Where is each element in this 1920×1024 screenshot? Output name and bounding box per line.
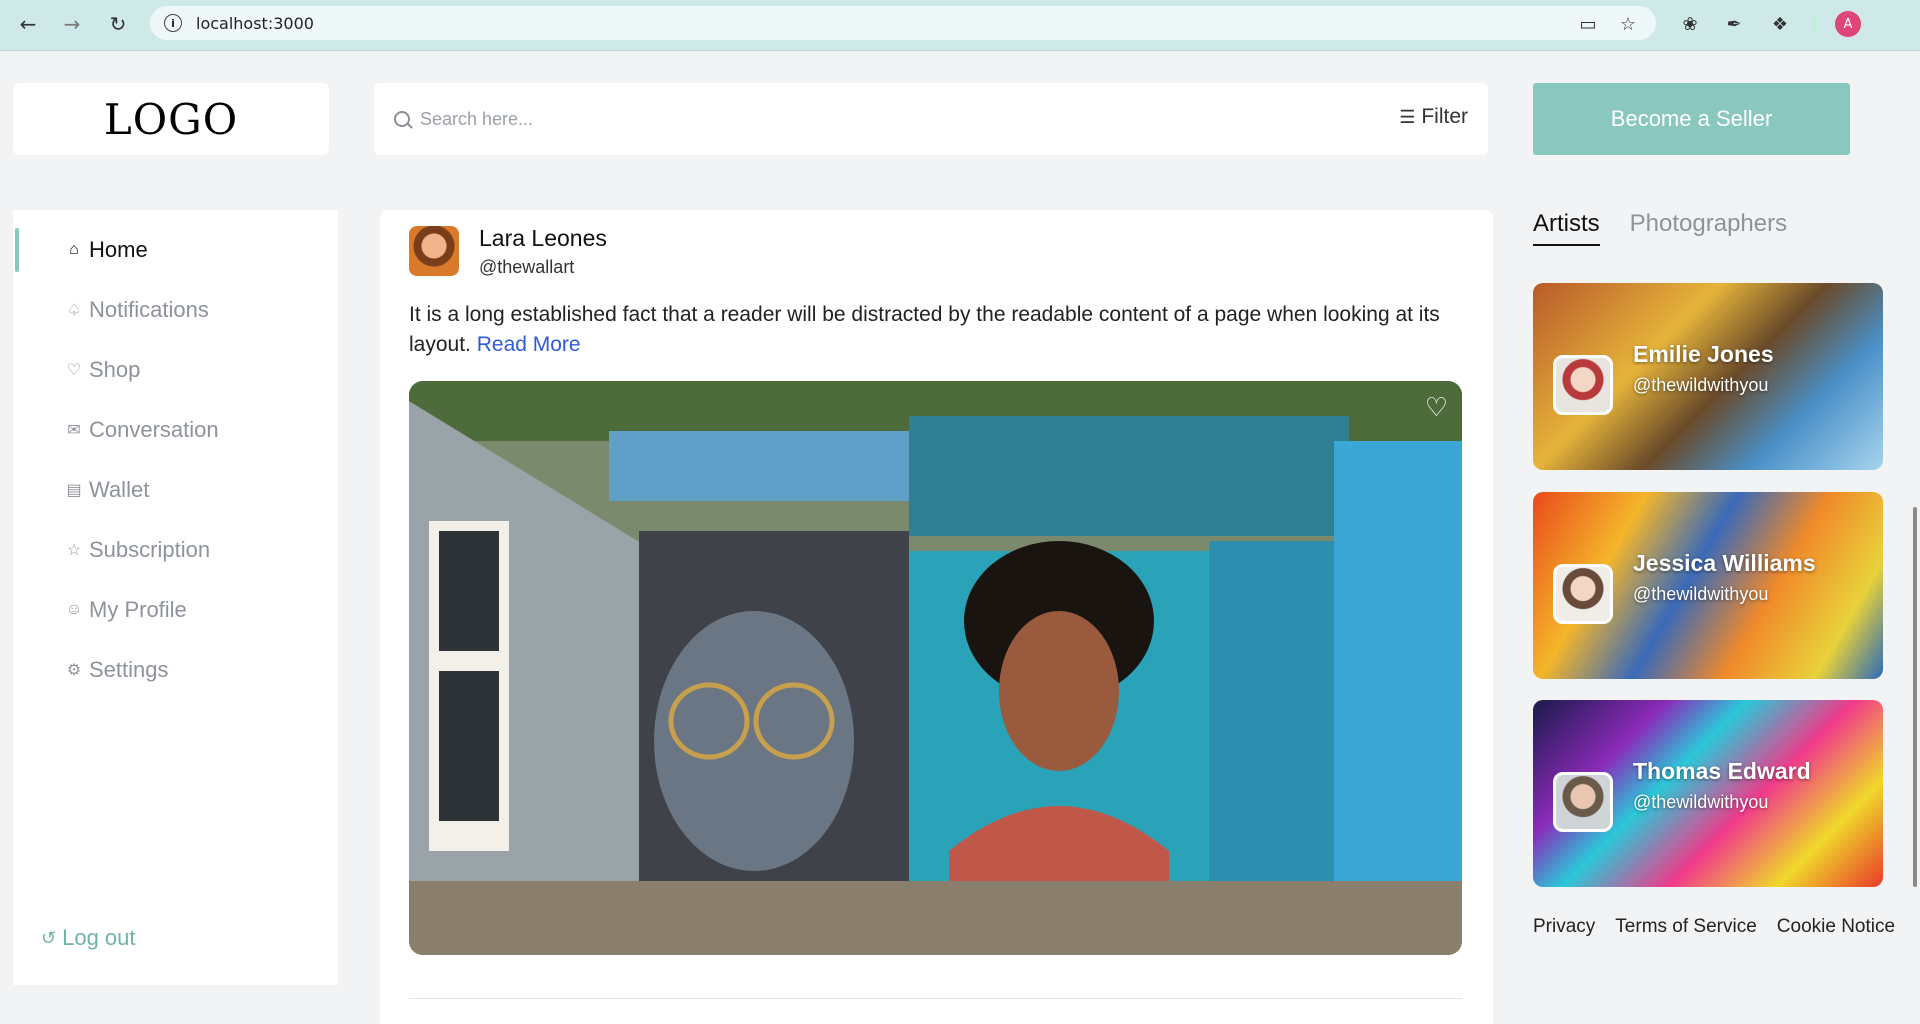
sidebar-item-settings[interactable]: ⚙ Settings bbox=[63, 655, 169, 685]
reload-icon[interactable]: ↻ bbox=[104, 10, 132, 38]
filter-button[interactable]: ☰ Filter bbox=[1399, 105, 1468, 129]
post-card: Lara Leones @thewallart It is a long est… bbox=[380, 210, 1493, 1024]
sidebar-item-shop[interactable]: ♡ Shop bbox=[63, 355, 141, 385]
search-bar: ☰ Filter bbox=[374, 83, 1488, 155]
author-handle: @thewallart bbox=[479, 257, 575, 277]
sidebar-item-subscription[interactable]: ☆ Subscription bbox=[63, 535, 210, 565]
bookmark-star-icon[interactable]: ☆ bbox=[1616, 12, 1640, 36]
forward-icon[interactable]: → bbox=[58, 10, 86, 38]
search-input[interactable] bbox=[420, 108, 1320, 130]
star-icon: ☆ bbox=[66, 542, 82, 559]
footer-links: Privacy Terms of Service Cookie Notice bbox=[1533, 916, 1915, 938]
gear-icon: ⚙ bbox=[66, 662, 82, 679]
sidebar-item-label: Shop bbox=[89, 357, 141, 382]
artist-handle: @thewildwithyou bbox=[1633, 584, 1769, 604]
scrollbar-thumb[interactable] bbox=[1913, 507, 1917, 887]
back-icon[interactable]: ← bbox=[14, 10, 42, 38]
artist-card[interactable]: Jessica Williams @thewildwithyou bbox=[1533, 492, 1883, 679]
author-name[interactable]: Lara Leones bbox=[479, 225, 607, 252]
pen-extension-icon[interactable]: ✒ bbox=[1722, 12, 1746, 36]
sidebar-item-notifications[interactable]: ♤ Notifications bbox=[63, 295, 209, 325]
terms-link[interactable]: Terms of Service bbox=[1615, 916, 1756, 938]
sidebar: ⌂ Home ♤ Notifications ♡ Shop ✉ Conversa… bbox=[13, 210, 338, 985]
become-seller-button[interactable]: Become a Seller bbox=[1533, 83, 1850, 155]
toolbar-divider bbox=[1814, 14, 1815, 34]
cookie-notice-link[interactable]: Cookie Notice bbox=[1777, 916, 1895, 938]
artist-avatar bbox=[1553, 355, 1613, 415]
wallet-icon: ▤ bbox=[66, 482, 82, 499]
logout-button[interactable]: ↺ Log out bbox=[41, 925, 136, 951]
extensions-puzzle-icon[interactable]: ❖ bbox=[1768, 12, 1792, 36]
sliders-icon: ☰ bbox=[1399, 106, 1416, 127]
sidebar-item-label: Home bbox=[89, 237, 148, 262]
tab-artists[interactable]: Artists bbox=[1533, 210, 1600, 246]
site-info-icon[interactable]: i bbox=[164, 14, 182, 32]
search-icon bbox=[394, 111, 410, 127]
sidebar-item-label: Conversation bbox=[89, 417, 219, 442]
tab-photographers[interactable]: Photographers bbox=[1630, 210, 1787, 246]
page-scrollbar[interactable] bbox=[1910, 51, 1920, 1024]
sidebar-item-label: Wallet bbox=[89, 477, 150, 502]
read-more-link[interactable]: Read More bbox=[477, 333, 581, 356]
like-heart-icon[interactable]: ♡ bbox=[1425, 393, 1448, 423]
install-app-icon[interactable]: ▭ bbox=[1576, 12, 1600, 36]
creator-tabs: Artists Photographers bbox=[1533, 210, 1817, 246]
address-bar[interactable]: i localhost:3000 bbox=[150, 6, 1656, 40]
sidebar-item-label: Settings bbox=[89, 657, 169, 682]
url-text: localhost:3000 bbox=[196, 13, 314, 33]
browser-toolbar: ← → ↻ i localhost:3000 ▭ ☆ ❀ ✒ ❖ A bbox=[0, 0, 1920, 51]
sidebar-item-label: My Profile bbox=[89, 597, 187, 622]
user-icon: ☺ bbox=[65, 601, 83, 618]
post-text: It is a long established fact that a rea… bbox=[409, 300, 1459, 360]
logo[interactable]: LOGO bbox=[13, 83, 329, 155]
bell-icon: ♤ bbox=[66, 302, 82, 319]
artist-handle: @thewildwithyou bbox=[1633, 792, 1769, 812]
post-divider bbox=[409, 998, 1462, 999]
street-art-image bbox=[409, 381, 1462, 955]
post-image[interactable]: ♡ bbox=[409, 381, 1462, 955]
artist-avatar bbox=[1553, 772, 1613, 832]
sidebar-item-wallet[interactable]: ▤ Wallet bbox=[63, 475, 149, 505]
artist-name: Jessica Williams bbox=[1633, 550, 1816, 576]
sidebar-item-my-profile[interactable]: ☺ My Profile bbox=[63, 595, 187, 625]
home-icon: ⌂ bbox=[69, 241, 79, 258]
sidebar-item-conversation[interactable]: ✉ Conversation bbox=[63, 415, 219, 445]
artist-card[interactable]: Emilie Jones @thewildwithyou bbox=[1533, 283, 1883, 470]
heart-icon: ♡ bbox=[66, 362, 82, 379]
sidebar-item-label: Notifications bbox=[89, 297, 209, 322]
profile-avatar[interactable]: A bbox=[1835, 11, 1861, 37]
sidebar-item-home[interactable]: ⌂ Home bbox=[63, 235, 148, 265]
filter-label: Filter bbox=[1421, 105, 1468, 128]
logout-icon: ↺ bbox=[41, 927, 57, 948]
bug-extension-icon[interactable]: ❀ bbox=[1678, 12, 1702, 36]
privacy-link[interactable]: Privacy bbox=[1533, 916, 1595, 938]
mail-icon: ✉ bbox=[67, 422, 81, 439]
artist-avatar bbox=[1553, 564, 1613, 624]
logout-label: Log out bbox=[62, 925, 136, 950]
artist-card[interactable]: Thomas Edward @thewildwithyou bbox=[1533, 700, 1883, 887]
artist-name: Thomas Edward bbox=[1633, 758, 1811, 784]
author-avatar[interactable] bbox=[409, 226, 459, 276]
artist-name: Emilie Jones bbox=[1633, 341, 1774, 367]
sidebar-item-label: Subscription bbox=[89, 537, 211, 562]
artist-handle: @thewildwithyou bbox=[1633, 375, 1769, 395]
active-indicator bbox=[15, 228, 19, 272]
